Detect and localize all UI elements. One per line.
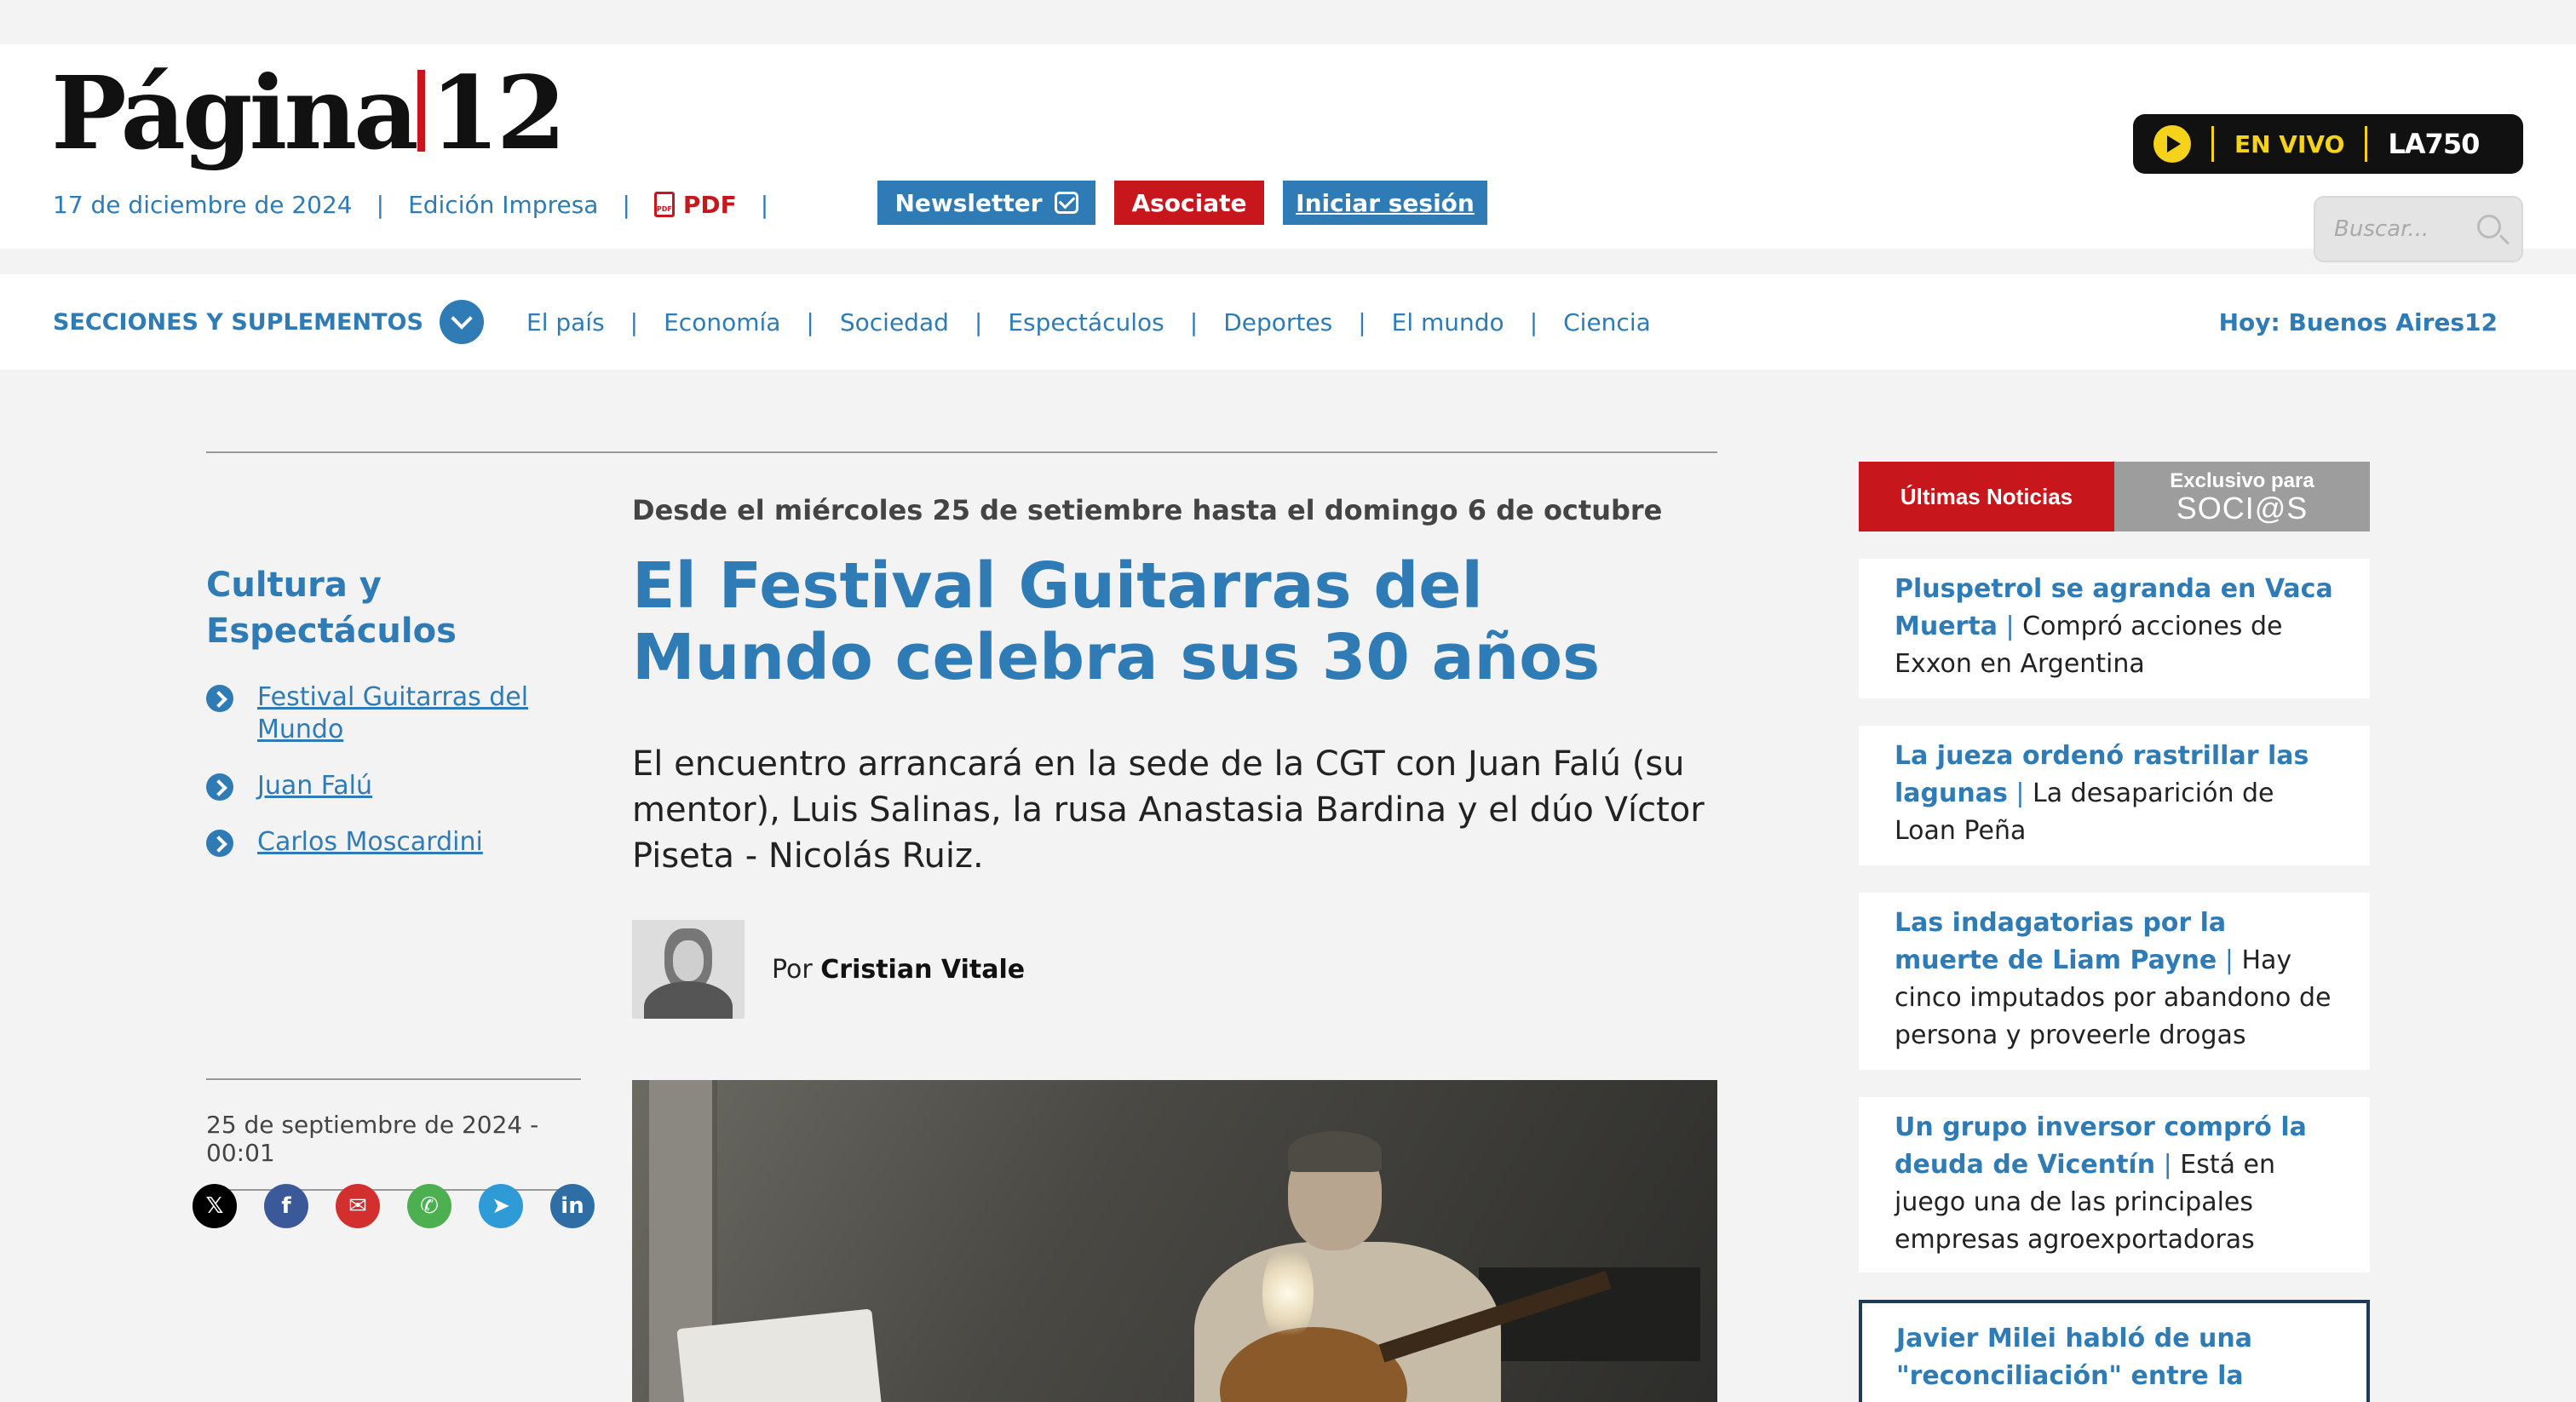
asociate-button[interactable]: Asociate: [1114, 181, 1264, 225]
divider: [2365, 126, 2368, 162]
tab-ultimas-noticias[interactable]: Últimas Noticias: [1859, 462, 2114, 531]
play-icon[interactable]: [2153, 125, 2191, 163]
article: Desde el miércoles 25 de setiembre hasta…: [632, 494, 1717, 1019]
nav-link-ciencia[interactable]: Ciencia: [1563, 308, 1651, 336]
news-item[interactable]: Pluspetrol se agranda en Vaca Muerta | C…: [1859, 559, 2370, 698]
avatar-body: [644, 981, 733, 1019]
byline-prefix: Por: [772, 954, 813, 985]
tab-socios-label: SOCI@S: [2176, 491, 2309, 526]
publish-info: 25 de septiembre de 2024 - 00:01: [206, 1078, 581, 1191]
facebook-icon[interactable]: f: [264, 1184, 308, 1228]
telegram-icon[interactable]: ➤: [479, 1184, 523, 1228]
separator: |: [2224, 945, 2234, 975]
share-buttons: 𝕏 f ✉ ✆ ➤ in: [193, 1184, 595, 1228]
sections-menu-label[interactable]: SECCIONES Y SUPLEMENTOS: [53, 309, 423, 336]
search-box: [2314, 196, 2523, 262]
separator: |: [630, 307, 639, 336]
tag-link[interactable]: Festival Guitarras del Mundo: [257, 681, 581, 746]
newsletter-button[interactable]: Newsletter: [877, 181, 1095, 225]
article-sidebar: Cultura y Espectáculos Festival Guitarra…: [206, 562, 581, 882]
current-date: 17 de diciembre de 2024: [53, 190, 353, 219]
chevron-right-icon: [206, 773, 233, 801]
nav-link-deportes[interactable]: Deportes: [1223, 308, 1332, 336]
chevron-right-icon: [206, 830, 233, 857]
tab-exclusivo-label: Exclusivo para: [2170, 469, 2314, 492]
news-headline: Javier Milei habló de una "reconciliació…: [1896, 1324, 2252, 1391]
photo-light-glare: [1262, 1242, 1314, 1344]
publish-date: 25 de septiembre de 2024 - 00:01: [206, 1111, 539, 1167]
logo-text: Página: [51, 54, 419, 172]
separator: |: [622, 190, 630, 219]
top-info-bar: 17 de diciembre de 2024 | Edición Impres…: [53, 186, 792, 223]
tab-exclusivo-socios[interactable]: Exclusivo para SOCI@S: [2114, 462, 2370, 531]
email-icon[interactable]: ✉: [336, 1184, 380, 1228]
login-button[interactable]: Iniciar sesión: [1283, 181, 1487, 225]
site-logo[interactable]: Página 12: [51, 63, 566, 164]
nav-link-espectaculos[interactable]: Espectáculos: [1008, 308, 1164, 336]
separator: |: [2005, 612, 2015, 641]
article-lead: El encuentro arrancará en la sede de la …: [632, 744, 1705, 876]
edicion-impresa-link[interactable]: Edición Impresa: [408, 191, 598, 219]
divider: [206, 451, 1717, 453]
live-radio-player[interactable]: EN VIVO LA750: [2133, 114, 2523, 174]
separator: |: [1189, 307, 1199, 336]
nav-link-economia[interactable]: Economía: [664, 308, 780, 336]
article-kicker: Desde el miércoles 25 de setiembre hasta…: [632, 494, 1663, 526]
separator: |: [2015, 779, 2025, 808]
x-icon[interactable]: 𝕏: [193, 1184, 237, 1228]
news-tabs: Últimas Noticias Exclusivo para SOCI@S: [1859, 462, 2370, 531]
byline-text: Por Cristian Vitale: [772, 955, 1025, 985]
live-label: EN VIVO: [2234, 129, 2345, 158]
pdf-icon: PDF: [653, 192, 675, 217]
logo-bar: [417, 70, 425, 152]
tag-list: Festival Guitarras del Mundo Juan Falú C…: [206, 681, 581, 859]
pdf-label: PDF: [682, 190, 737, 219]
separator: |: [1529, 307, 1538, 336]
section-category-link[interactable]: Cultura y Espectáculos: [206, 562, 581, 654]
main-nav: SECCIONES Y SUPLEMENTOS El país | Econom…: [0, 274, 2576, 370]
nav-link-sociedad[interactable]: Sociedad: [840, 308, 949, 336]
chevron-down-icon[interactable]: [440, 300, 484, 344]
author-name-link[interactable]: Cristian Vitale: [820, 955, 1025, 985]
author-avatar[interactable]: [632, 920, 745, 1019]
author-byline: Por Cristian Vitale: [632, 920, 1717, 1019]
logo-number: 12: [429, 54, 566, 172]
pdf-link[interactable]: PDF PDF: [653, 190, 737, 219]
today-buenos-aires12-link[interactable]: Hoy: Buenos Aires12: [2219, 308, 2498, 336]
news-item[interactable]: Las indagatorias por la muerte de Liam P…: [1859, 893, 2370, 1070]
separator: |: [376, 190, 385, 219]
nav-link-el-pais[interactable]: El país: [526, 308, 605, 336]
mail-icon: [1054, 192, 1078, 214]
article-main-photo: [632, 1080, 1717, 1402]
article-headline: El Festival Guitarras del Mundo celebra …: [632, 549, 1601, 694]
separator: |: [760, 190, 769, 219]
nav-link-el-mundo[interactable]: El mundo: [1392, 308, 1504, 336]
separator: |: [974, 307, 983, 336]
search-input[interactable]: [2334, 216, 2462, 242]
newsletter-label: Newsletter: [894, 188, 1043, 217]
tag-link[interactable]: Carlos Moscardini: [257, 826, 483, 859]
linkedin-icon[interactable]: in: [550, 1184, 595, 1228]
news-item-highlighted[interactable]: Javier Milei habló de una "reconciliació…: [1859, 1300, 2370, 1402]
tag-item: Juan Falú: [206, 770, 581, 802]
nav-links: El país | Economía | Sociedad | Espectác…: [526, 308, 1651, 336]
tag-item: Festival Guitarras del Mundo: [206, 681, 581, 746]
tag-item: Carlos Moscardini: [206, 826, 581, 859]
whatsapp-icon[interactable]: ✆: [407, 1184, 451, 1228]
news-item[interactable]: La jueza ordenó rastrillar las lagunas |…: [1859, 726, 2370, 865]
news-item[interactable]: Un grupo inversor compró la deuda de Vic…: [1859, 1097, 2370, 1273]
news-headline: Las indagatorias por la muerte de Liam P…: [1895, 908, 2227, 975]
photo-guitarist-hair: [1288, 1131, 1382, 1172]
separator: |: [806, 307, 814, 336]
search-icon[interactable]: [2477, 215, 2501, 238]
chevron-right-icon: [206, 685, 233, 712]
separator: |: [2163, 1150, 2172, 1180]
separator: |: [1358, 307, 1366, 336]
radio-station-logo: LA750: [2388, 128, 2480, 160]
tag-link[interactable]: Juan Falú: [257, 770, 372, 802]
avatar-face: [673, 940, 704, 981]
divider: [2211, 126, 2214, 162]
